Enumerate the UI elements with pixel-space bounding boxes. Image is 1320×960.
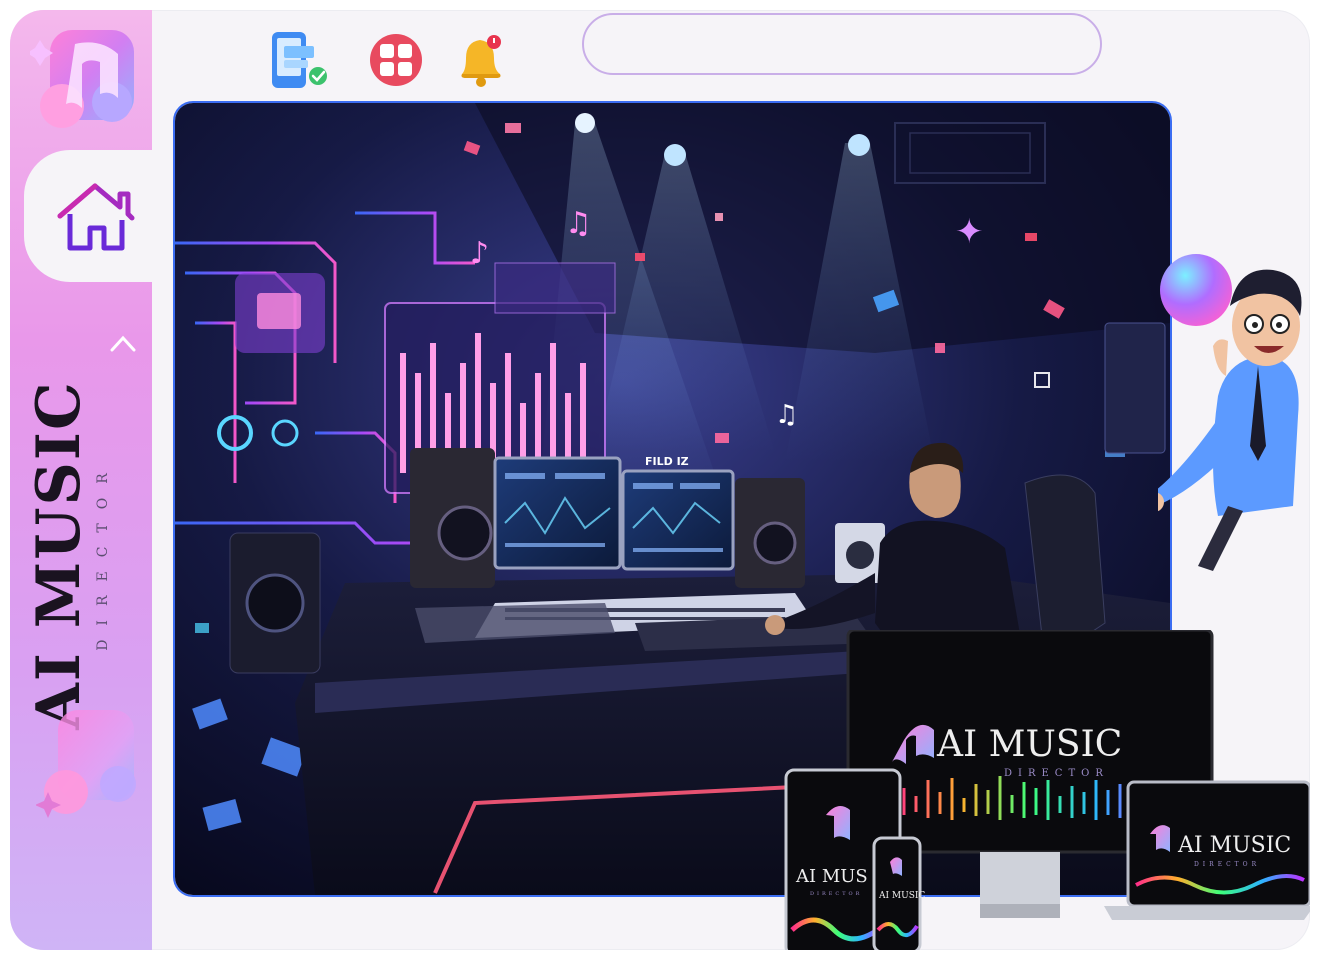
search-input[interactable] xyxy=(582,13,1102,75)
svg-text:♫: ♫ xyxy=(775,400,798,430)
phone-title: AI MUSIC xyxy=(878,891,925,901)
music-logo-icon xyxy=(36,710,136,818)
svg-text:✦: ✦ xyxy=(955,212,984,252)
tablet-tagline: DIRECTOR xyxy=(810,891,862,897)
laptop-tagline: DIRECTOR xyxy=(1194,861,1260,868)
app-window: AI MUSIC DIRECTOR ♫ ♪ ♫ ✦ FILD IZ AI MUS… xyxy=(10,10,1310,950)
chevron-up-icon[interactable] xyxy=(108,332,138,354)
apps-grid-icon[interactable] xyxy=(366,30,428,90)
bell-notification-icon[interactable] xyxy=(450,30,512,90)
home-icon[interactable] xyxy=(54,180,136,254)
screen-sign: FILD IZ xyxy=(645,455,689,468)
product-device-mockups: AI MUSIC DIRECTOR AI MUSIC DIRECTOR AI M… xyxy=(784,630,1310,950)
laptop-title: AI MUSIC xyxy=(1177,833,1291,858)
svg-text:♪: ♪ xyxy=(470,236,489,271)
mobile-check-icon[interactable] xyxy=(268,30,330,90)
sidebar: AI MUSIC DIRECTOR xyxy=(10,10,152,950)
music-logo-icon[interactable] xyxy=(30,24,140,132)
mascot-character xyxy=(1158,254,1302,571)
brand-tagline: DIRECTOR xyxy=(95,459,111,651)
brand-name: AI MUSIC xyxy=(24,380,94,730)
tablet-title: AI MUS xyxy=(795,866,868,887)
monitor-tagline: DIRECTOR xyxy=(1004,768,1109,779)
svg-text:♫: ♫ xyxy=(565,206,592,241)
monitor-title: AI MUSIC xyxy=(936,724,1122,765)
